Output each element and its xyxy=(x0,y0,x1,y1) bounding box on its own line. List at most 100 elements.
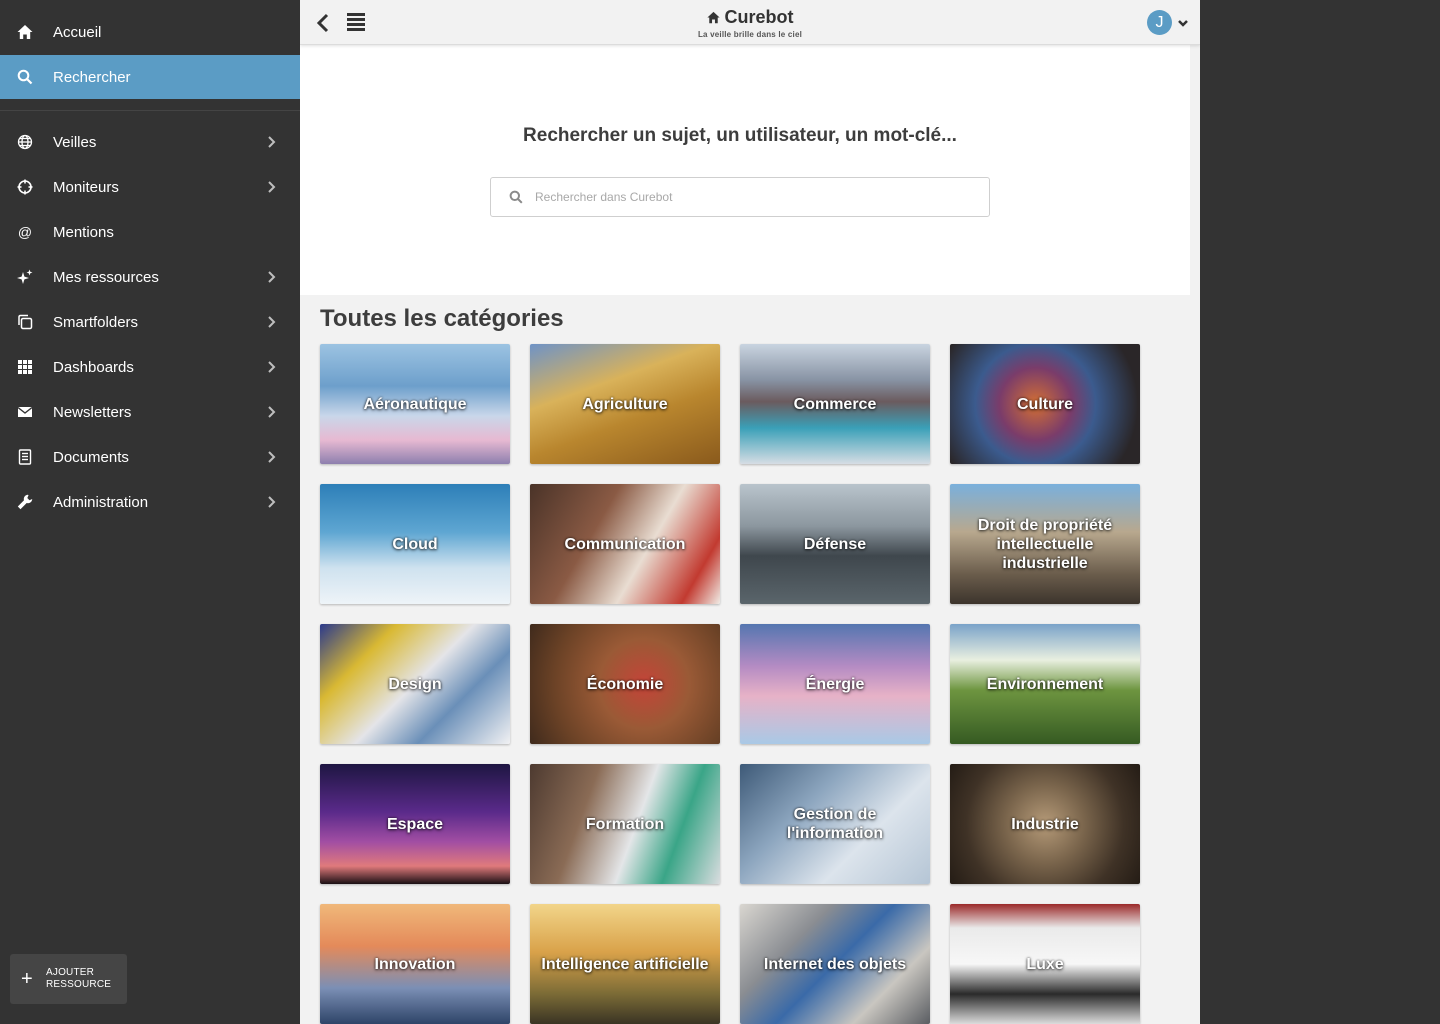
sidebar-item-label: Veilles xyxy=(53,133,97,151)
category-tile-gestion-information[interactable]: Gestion de l'information xyxy=(740,764,930,884)
category-tile-intelligence-artificielle[interactable]: Intelligence artificielle xyxy=(530,904,720,1024)
sidebar-item-moniteurs[interactable]: Moniteurs xyxy=(0,165,300,209)
category-label: Formation xyxy=(585,815,665,833)
category-tile-culture[interactable]: Culture xyxy=(950,344,1140,464)
sidebar-item-documents[interactable]: Documents xyxy=(0,435,300,479)
category-tile-communication[interactable]: Communication xyxy=(530,484,720,604)
grid-icon xyxy=(17,359,33,375)
brand: Curebot La veille brille dans le ciel xyxy=(300,7,1200,39)
category-tile-energie[interactable]: Énergie xyxy=(740,624,930,744)
at-icon: @ xyxy=(17,224,33,240)
category-label: Agriculture xyxy=(582,395,668,413)
category-tile-internet-objets[interactable]: Internet des objets xyxy=(740,904,930,1024)
sidebar: Accueil Rechercher Veilles Moniteurs @ M… xyxy=(0,0,300,1024)
sidebar-item-newsletters[interactable]: Newsletters xyxy=(0,390,300,434)
category-tile-economie[interactable]: Économie xyxy=(530,624,720,744)
category-label: Culture xyxy=(1017,395,1073,413)
category-tile-droit-propriete[interactable]: Droit de propriété intellectuelle indust… xyxy=(950,484,1140,604)
app-subtitle: La veille brille dans le ciel xyxy=(697,30,803,39)
sidebar-item-veilles[interactable]: Veilles xyxy=(0,120,300,164)
wrench-icon xyxy=(17,494,33,510)
category-label: Communication xyxy=(564,535,686,553)
category-tile-luxe[interactable]: Luxe xyxy=(950,904,1140,1024)
plus-icon: + xyxy=(21,968,33,990)
sidebar-item-label: Administration xyxy=(53,493,149,511)
search-heading: Rechercher un sujet, un utilisateur, un … xyxy=(523,125,957,146)
category-label: Énergie xyxy=(805,675,865,693)
categories-heading: Toutes les catégories xyxy=(320,305,564,332)
category-label: Gestion de l'information xyxy=(786,806,884,842)
search-box xyxy=(490,177,990,217)
chevron-right-icon xyxy=(264,450,278,464)
chevron-right-icon xyxy=(264,270,278,284)
category-tile-environnement[interactable]: Environnement xyxy=(950,624,1140,744)
sparkle-icon xyxy=(17,269,33,285)
sidebar-item-label: Documents xyxy=(53,448,129,466)
home-icon xyxy=(17,24,33,40)
crosshair-icon xyxy=(17,179,33,195)
category-label: Innovation xyxy=(374,955,456,973)
category-tile-industrie[interactable]: Industrie xyxy=(950,764,1140,884)
category-label: Espace xyxy=(386,815,444,833)
sidebar-item-smartfolders[interactable]: Smartfolders xyxy=(0,300,300,344)
chevron-right-icon xyxy=(264,180,278,194)
chevron-right-icon xyxy=(264,135,278,149)
category-label: Environnement xyxy=(986,675,1104,693)
category-tile-espace[interactable]: Espace xyxy=(320,764,510,884)
sidebar-item-label: Moniteurs xyxy=(53,178,119,196)
folders-icon xyxy=(17,314,33,330)
category-label: Défense xyxy=(803,535,867,553)
category-tile-agriculture[interactable]: Agriculture xyxy=(530,344,720,464)
sidebar-item-accueil[interactable]: Accueil xyxy=(0,10,300,54)
category-label: Cloud xyxy=(392,535,438,553)
home-icon xyxy=(706,11,720,24)
chevron-right-icon xyxy=(264,360,278,374)
add-resource-button[interactable]: + AJOUTER RESSOURCE xyxy=(10,954,127,1004)
category-label: Aéronautique xyxy=(363,395,467,413)
document-icon xyxy=(17,449,33,465)
chevron-down-icon[interactable] xyxy=(1177,16,1189,28)
category-label: Industrie xyxy=(1011,815,1079,833)
sidebar-item-label: Mes ressources xyxy=(53,268,159,286)
sidebar-item-rechercher[interactable]: Rechercher xyxy=(0,55,300,99)
envelope-icon xyxy=(17,404,33,420)
sidebar-item-mentions[interactable]: @ Mentions xyxy=(0,210,300,254)
category-label: Luxe xyxy=(1026,955,1064,973)
sidebar-item-label: Smartfolders xyxy=(53,313,139,331)
add-resource-label: AJOUTER RESSOURCE xyxy=(46,967,112,990)
sidebar-item-label: Dashboards xyxy=(53,358,134,376)
category-label: Droit de propriété intellectuelle indust… xyxy=(977,516,1113,572)
category-label: Intelligence artificielle xyxy=(541,955,709,973)
search-panel: Rechercher un sujet, un utilisateur, un … xyxy=(300,45,1190,295)
sidebar-item-mes-ressources[interactable]: Mes ressources xyxy=(0,255,300,299)
sidebar-item-administration[interactable]: Administration xyxy=(0,480,300,524)
search-icon xyxy=(17,69,33,85)
sidebar-divider xyxy=(0,110,300,111)
chevron-right-icon xyxy=(264,495,278,509)
main-content: Curebot La veille brille dans le ciel J … xyxy=(300,0,1200,1024)
category-tile-formation[interactable]: Formation xyxy=(530,764,720,884)
sidebar-item-dashboards[interactable]: Dashboards xyxy=(0,345,300,389)
category-tile-innovation[interactable]: Innovation xyxy=(320,904,510,1024)
category-tile-cloud[interactable]: Cloud xyxy=(320,484,510,604)
category-label: Économie xyxy=(586,675,664,693)
category-tile-aeronautique[interactable]: Aéronautique xyxy=(320,344,510,464)
category-label: Design xyxy=(388,675,442,693)
avatar[interactable]: J xyxy=(1147,10,1172,35)
category-label: Internet des objets xyxy=(763,955,907,973)
chevron-right-icon xyxy=(264,315,278,329)
sidebar-item-label: Rechercher xyxy=(53,68,131,86)
outer-background xyxy=(1200,0,1440,1024)
top-bar: Curebot La veille brille dans le ciel J xyxy=(300,0,1200,45)
chevron-right-icon xyxy=(264,405,278,419)
globe-icon xyxy=(17,134,33,150)
search-icon xyxy=(509,190,523,204)
search-input[interactable] xyxy=(535,190,955,204)
category-tile-commerce[interactable]: Commerce xyxy=(740,344,930,464)
category-tile-design[interactable]: Design xyxy=(320,624,510,744)
sidebar-item-label: Accueil xyxy=(53,23,102,41)
app-title: Curebot xyxy=(724,7,794,27)
sidebar-item-label: Newsletters xyxy=(53,403,132,421)
category-label: Commerce xyxy=(793,395,877,413)
category-tile-defense[interactable]: Défense xyxy=(740,484,930,604)
